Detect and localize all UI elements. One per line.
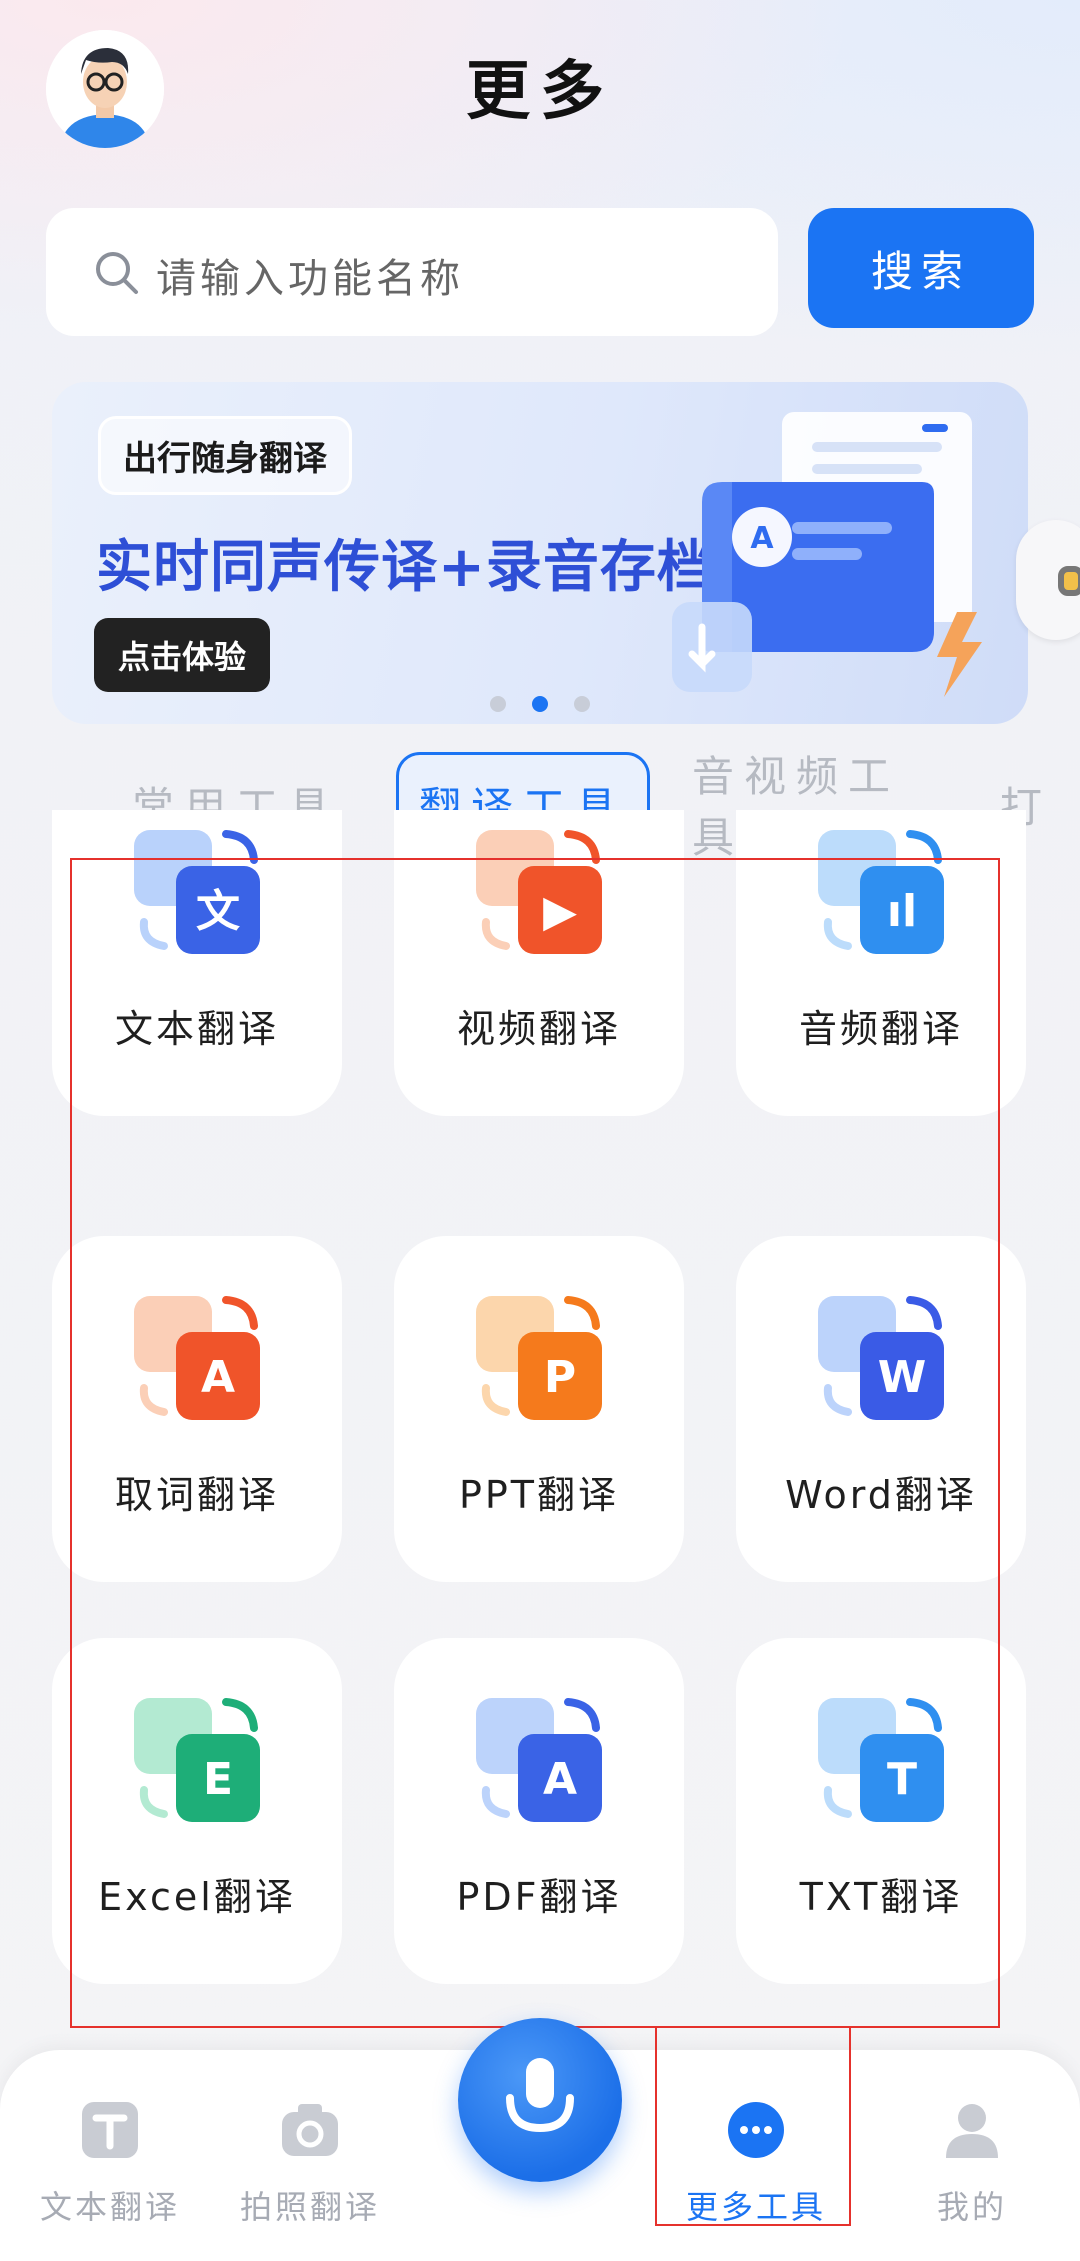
- banner-dot[interactable]: [490, 696, 506, 712]
- voice-translate-mic-button[interactable]: [458, 2018, 622, 2182]
- tool-label: 视频翻译: [456, 1007, 621, 1051]
- tool-label: PPT翻译: [458, 1473, 620, 1517]
- banner-dot[interactable]: [574, 696, 590, 712]
- svg-text:文: 文: [196, 886, 240, 937]
- promo-banner[interactable]: 出行随身翻译 实时同声传译+录音存档 点击体验 A: [52, 382, 1028, 724]
- tool-tile[interactable]: A PDF翻译: [394, 1638, 684, 1984]
- tool-tile[interactable]: W Word翻译: [736, 1236, 1026, 1582]
- nav-label: 更多工具: [685, 2188, 826, 2226]
- tool-tile[interactable]: 文文本翻译: [52, 810, 342, 1116]
- banner-tag: 出行随身翻译: [98, 416, 352, 495]
- tool-label: Excel翻译: [98, 1875, 296, 1919]
- tool-tile[interactable]: ▶ 视频翻译: [394, 810, 684, 1116]
- document-translate-illustration-icon: A: [672, 412, 982, 697]
- nav-more-tools[interactable]: 更多工具: [656, 2090, 856, 2240]
- search-button[interactable]: 搜索: [808, 208, 1034, 328]
- banner-pagination: [52, 696, 1028, 712]
- camera-icon: [282, 2104, 338, 2156]
- nav-photo-translate[interactable]: 拍照翻译: [210, 2090, 410, 2240]
- banner-headline: 实时同声传译+录音存档: [96, 535, 714, 600]
- ppt-translate-icon: P: [476, 1296, 602, 1420]
- svg-text:ıl: ıl: [887, 886, 917, 937]
- nav-label: 我的: [936, 2188, 1007, 2226]
- tool-tile[interactable]: A 取词翻译: [52, 1236, 342, 1582]
- microphone-icon: [506, 2058, 574, 2133]
- text-T-icon: [82, 2102, 138, 2158]
- tool-label: 文本翻译: [114, 1007, 279, 1051]
- nav-my-profile[interactable]: 我的: [872, 2090, 1072, 2240]
- page-title: 更多: [466, 54, 614, 129]
- tool-tile[interactable]: E Excel翻译: [52, 1638, 342, 1984]
- svg-text:T: T: [887, 1754, 917, 1805]
- word-pick-translate-icon: A: [134, 1296, 260, 1420]
- tool-label: 取词翻译: [114, 1473, 279, 1517]
- svg-text:A: A: [750, 521, 774, 556]
- tool-label: PDF翻译: [456, 1875, 622, 1919]
- svg-text:W: W: [878, 1352, 927, 1403]
- nav-text-translate[interactable]: 文本翻译: [10, 2090, 210, 2240]
- txt-translate-icon: T: [818, 1698, 944, 1822]
- widget-icon: [1058, 566, 1080, 596]
- svg-text:A: A: [201, 1352, 235, 1403]
- tool-label: 音频翻译: [798, 1007, 963, 1051]
- banner-cta-button[interactable]: 点击体验: [94, 618, 271, 692]
- search-placeholder: 请输入功能名称: [156, 256, 464, 302]
- tool-tile[interactable]: ıl 音频翻译: [736, 810, 1026, 1116]
- more-dots-icon: [728, 2102, 784, 2158]
- svg-text:P: P: [544, 1352, 576, 1403]
- word-translate-icon: W: [818, 1296, 944, 1420]
- nav-label: 文本翻译: [39, 2188, 180, 2226]
- tool-tile[interactable]: T TXT翻译: [736, 1638, 1026, 1984]
- svg-text:E: E: [203, 1754, 233, 1805]
- user-icon: [946, 2104, 998, 2158]
- tool-label: TXT翻译: [799, 1875, 963, 1919]
- tool-tile[interactable]: P PPT翻译: [394, 1236, 684, 1582]
- svg-text:▶: ▶: [543, 886, 577, 937]
- audio-translate-icon: ıl: [818, 830, 944, 954]
- pdf-translate-icon: A: [476, 1698, 602, 1822]
- excel-translate-icon: E: [134, 1698, 260, 1822]
- tool-label: Word翻译: [785, 1473, 977, 1517]
- nav-label: 拍照翻译: [239, 2188, 380, 2226]
- search-icon: [96, 252, 138, 294]
- text-translate-icon: 文: [134, 830, 260, 954]
- video-translate-icon: ▶: [476, 830, 602, 954]
- banner-dot-active[interactable]: [532, 696, 548, 712]
- search-input[interactable]: 请输入功能名称: [46, 208, 778, 336]
- floating-side-widget[interactable]: [1016, 520, 1080, 640]
- svg-text:A: A: [543, 1754, 577, 1805]
